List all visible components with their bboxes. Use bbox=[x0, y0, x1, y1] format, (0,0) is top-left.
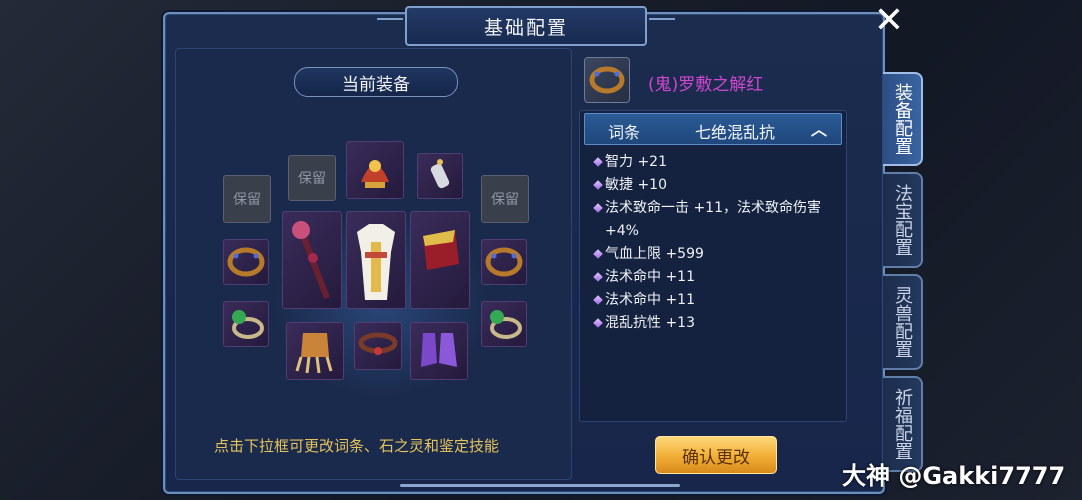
tab-label: 法宝配置 bbox=[892, 184, 913, 256]
attribute-text: 智力 +21 bbox=[605, 154, 667, 170]
list-item: 敏捷 +10 bbox=[593, 174, 839, 197]
weapon-slot[interactable] bbox=[282, 211, 342, 309]
diamond-icon bbox=[593, 295, 603, 305]
list-item: 气血上限 +599 bbox=[593, 243, 839, 266]
armor-slot[interactable] bbox=[346, 211, 406, 309]
bracelet-slot[interactable] bbox=[223, 239, 269, 285]
ring-slot[interactable] bbox=[223, 301, 269, 347]
equipment-title: 当前装备 bbox=[294, 67, 458, 97]
pendant-slot[interactable] bbox=[417, 153, 463, 199]
dropdown-label: 词条 bbox=[608, 123, 641, 142]
tab-label: 装备配置 bbox=[892, 83, 913, 155]
watermark: 大神 @Gakki7777 bbox=[842, 462, 1066, 490]
attribute-text: 敏捷 +10 bbox=[605, 177, 667, 193]
scroll-indicator bbox=[400, 484, 680, 487]
bracelet-slot[interactable] bbox=[481, 239, 527, 285]
bracelet-icon bbox=[485, 247, 523, 277]
hint-text: 点击下拉框可更改词条、石之灵和鉴定技能 bbox=[214, 437, 500, 455]
chevron-up-icon: ︿ bbox=[810, 120, 827, 139]
gauntlet-icon bbox=[423, 230, 459, 270]
attribute-text: 法术致命一击 +11，法术致命伤害 +4% bbox=[605, 200, 821, 239]
attribute-list: 智力 +21 敏捷 +10 法术致命一击 +11，法术致命伤害 +4% 气血上限… bbox=[593, 151, 839, 335]
diamond-icon bbox=[593, 272, 603, 282]
boots-icon bbox=[421, 333, 457, 367]
attribute-text: 法术命中 +11 bbox=[605, 269, 695, 285]
item-name: (鬼)罗敷之解红 bbox=[648, 75, 764, 95]
equipment-area: 当前装备 保留 保留 保留 点击下拉框可更改词条、石之灵和鉴定技能 bbox=[175, 48, 572, 480]
diamond-icon bbox=[593, 180, 603, 190]
claw-icon bbox=[295, 333, 333, 374]
attribute-text: 混乱抗性 +13 bbox=[605, 315, 695, 331]
tab-label: 祈福配置 bbox=[892, 388, 913, 460]
gauntlet-slot[interactable] bbox=[410, 211, 470, 309]
attribute-panel: 词条 七绝混乱抗 ︿ 智力 +21 敏捷 +10 法术致命一击 +11，法术致命… bbox=[579, 110, 847, 422]
reserve-slot[interactable]: 保留 bbox=[223, 175, 271, 223]
tab-label: 灵兽配置 bbox=[892, 286, 913, 358]
affix-dropdown[interactable]: 词条 七绝混乱抗 ︿ bbox=[584, 113, 842, 145]
list-item: 法术命中 +11 bbox=[593, 289, 839, 312]
diamond-icon bbox=[593, 318, 603, 328]
attribute-text: 法术命中 +11 bbox=[605, 292, 695, 308]
dropdown-value: 七绝混乱抗 bbox=[695, 123, 776, 142]
staff-icon bbox=[292, 221, 330, 300]
reserve-slot[interactable]: 保留 bbox=[481, 175, 529, 223]
panel-title: 基础配置 bbox=[377, 6, 675, 46]
tab-treasure[interactable]: 法宝配置 bbox=[883, 172, 923, 268]
bracelet-icon bbox=[589, 66, 625, 94]
tab-equipment[interactable]: 装备配置 bbox=[883, 72, 923, 166]
helmet-icon bbox=[361, 160, 389, 188]
bracelet-icon bbox=[227, 247, 265, 277]
diamond-icon bbox=[593, 249, 603, 259]
diamond-icon bbox=[593, 157, 603, 167]
list-item: 法术致命一击 +11，法术致命伤害 +4% bbox=[593, 197, 839, 243]
close-icon[interactable]: ✕ bbox=[872, 3, 906, 40]
list-item: 法术命中 +11 bbox=[593, 266, 839, 289]
robe-icon bbox=[357, 224, 395, 300]
claw-slot[interactable] bbox=[286, 322, 344, 380]
list-item: 智力 +21 bbox=[593, 151, 839, 174]
belt-slot[interactable] bbox=[354, 322, 402, 370]
confirm-button[interactable]: 确认更改 bbox=[655, 436, 777, 474]
pendant-icon bbox=[430, 159, 450, 189]
ring-icon bbox=[232, 310, 264, 339]
reserve-slot[interactable]: 保留 bbox=[288, 155, 336, 201]
list-item: 混乱抗性 +13 bbox=[593, 312, 839, 335]
selected-item-icon bbox=[584, 57, 630, 103]
helmet-slot[interactable] bbox=[346, 141, 404, 199]
diamond-icon bbox=[593, 203, 603, 213]
ring-slot[interactable] bbox=[481, 301, 527, 347]
attribute-text: 气血上限 +599 bbox=[605, 246, 704, 262]
boots-slot[interactable] bbox=[410, 322, 468, 380]
belt-icon bbox=[358, 332, 398, 355]
tab-spirit-beast[interactable]: 灵兽配置 bbox=[883, 274, 923, 370]
ring-icon bbox=[490, 310, 522, 339]
